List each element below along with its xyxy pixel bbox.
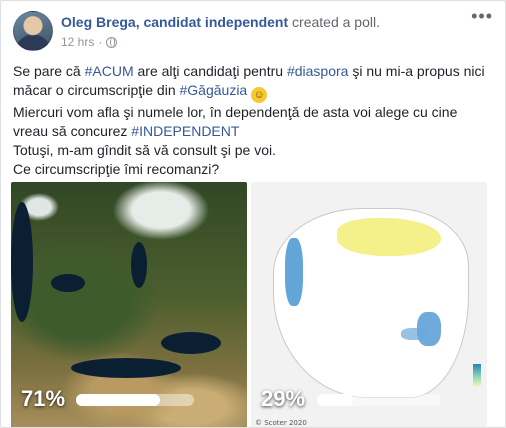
post-header: Oleg Brega, candidat independent created… xyxy=(13,7,493,51)
post-text-line-1: Se pare că #ACUM are alţi candidaţi pent… xyxy=(13,62,495,81)
text-segment: are alţi candidaţi pentru xyxy=(133,63,287,79)
poll-option-north-america[interactable]: © Scoter 2020 29% xyxy=(251,182,487,427)
author-name-link[interactable]: Oleg Brega, candidat independent xyxy=(61,14,288,30)
post-timestamp[interactable]: 12 hrs xyxy=(61,35,94,49)
map-lakes-region xyxy=(401,328,427,340)
poll-result-fill xyxy=(76,394,160,406)
author-avatar[interactable] xyxy=(13,11,53,51)
sea-shape xyxy=(71,358,181,378)
sea-shape xyxy=(11,202,33,322)
post-text-line-6: Ce circumscripţie îmi recomanzi? xyxy=(13,161,220,177)
text-segment: şi nu mi-a propus nici xyxy=(348,63,485,79)
map-coast-region xyxy=(285,238,303,306)
sea-shape xyxy=(131,242,147,288)
meta-separator: · xyxy=(98,35,103,49)
post-text-line-5: Totuşi, m-am gîndit să vă consult şi pe … xyxy=(13,142,276,158)
poll-percent-label: 29% xyxy=(261,386,306,411)
hashtag-acum-link[interactable]: #ACUM xyxy=(85,63,134,79)
text-segment: Se pare că xyxy=(13,63,85,79)
hashtag-independent-link[interactable]: #INDEPENDENT xyxy=(131,123,239,139)
sea-shape xyxy=(161,332,221,354)
poll-option-europe[interactable]: 71% xyxy=(11,182,247,427)
poll-result-fill xyxy=(317,394,353,406)
text-segment: vreau să concurez xyxy=(13,123,132,139)
post-action-text: created a poll. xyxy=(292,14,380,30)
sea-shape xyxy=(51,274,85,292)
post-text-line-4: vreau să concurez #INDEPENDENT xyxy=(13,122,495,141)
text-segment: măcar o circumscripţie din xyxy=(13,82,180,98)
hashtag-diaspora-link[interactable]: #diaspora xyxy=(287,63,349,79)
globe-icon[interactable] xyxy=(106,36,118,48)
post-text-line-2: măcar o circumscripţie din #Găgăuzia ☺ xyxy=(13,81,495,103)
author-line: Oleg Brega, candidat independent created… xyxy=(61,14,380,30)
post-text-line-3: Miercuri vom afla şi numele lor, în depe… xyxy=(13,104,458,120)
smile-emoji-icon: ☺ xyxy=(251,87,268,103)
post-card: Oleg Brega, candidat independent created… xyxy=(0,0,506,428)
poll-percent-label: 71% xyxy=(21,386,66,411)
hashtag-gagauzia-link[interactable]: #Găgăuzia xyxy=(180,82,248,98)
more-horizontal-icon[interactable]: ••• xyxy=(471,7,493,25)
poll: 71% © Scoter 2020 29% xyxy=(11,182,495,427)
map-legend-bar xyxy=(473,364,481,386)
map-copyright: © Scoter 2020 xyxy=(255,419,307,427)
post-meta: 12 hrs · xyxy=(61,35,118,49)
map-highlight-region xyxy=(337,218,441,256)
poll-result-bar xyxy=(317,394,441,406)
poll-result-bar xyxy=(76,394,194,406)
post-text: Se pare că #ACUM are alţi candidaţi pent… xyxy=(13,62,495,179)
